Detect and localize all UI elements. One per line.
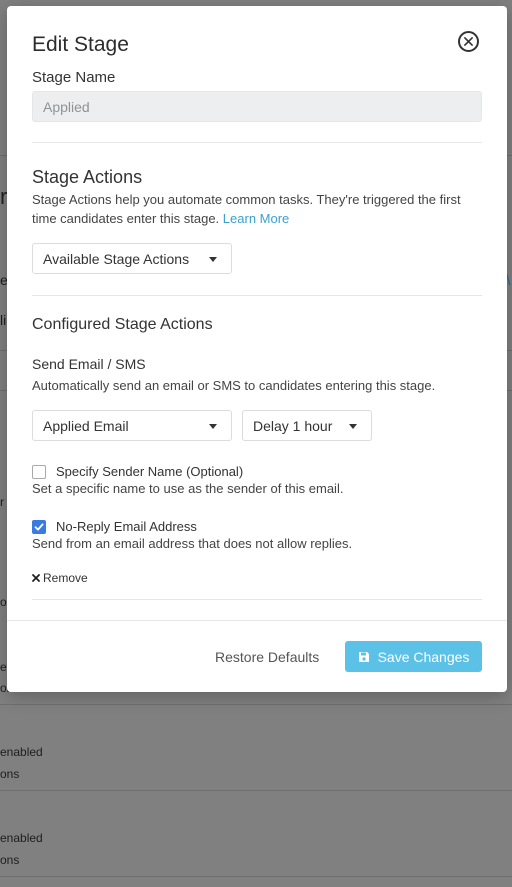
no-reply-checkbox[interactable]: [32, 520, 46, 534]
delay-dropdown[interactable]: Delay 1 hour: [242, 410, 372, 441]
stage-name-label: Stage Name: [32, 69, 116, 86]
divider: [32, 599, 482, 600]
remove-action-link[interactable]: Remove: [32, 571, 88, 585]
send-email-description: Automatically send an email or SMS to ca…: [32, 378, 436, 393]
learn-more-link[interactable]: Learn More: [223, 211, 289, 226]
sender-name-description: Set a specific name to use as the sender…: [32, 481, 344, 496]
available-stage-actions-dropdown[interactable]: Available Stage Actions: [32, 243, 232, 274]
bg-text: li: [0, 312, 7, 328]
modal-title: Edit Stage: [32, 33, 129, 56]
close-icon: [32, 574, 40, 582]
stage-actions-title: Stage Actions: [32, 167, 143, 187]
restore-defaults-button[interactable]: Restore Defaults: [215, 649, 319, 665]
dropdown-label: Available Stage Actions: [43, 250, 190, 267]
stage-name-input[interactable]: [32, 91, 482, 122]
sender-name-checkbox[interactable]: [32, 465, 46, 479]
bg-text: r: [0, 495, 4, 509]
bg-text: enabled: [0, 831, 43, 845]
close-button[interactable]: [458, 31, 479, 52]
caret-down-icon: [209, 424, 217, 429]
send-email-title: Send Email / SMS: [32, 356, 146, 372]
dropdown-label: Delay 1 hour: [253, 417, 333, 434]
bg-divider: [0, 790, 512, 791]
bg-text: ons: [0, 853, 20, 867]
bg-divider: [0, 876, 512, 877]
caret-down-icon: [209, 257, 217, 262]
no-reply-label: No-Reply Email Address: [56, 519, 197, 534]
divider: [32, 142, 482, 143]
configured-actions-title: Configured Stage Actions: [32, 316, 213, 333]
caret-down-icon: [349, 424, 357, 429]
checkmark-icon: [34, 523, 44, 531]
edit-stage-modal: Edit Stage Stage Name Stage Actions Stag…: [7, 6, 507, 692]
bg-text: e: [0, 660, 7, 674]
remove-label: Remove: [43, 571, 88, 585]
close-icon: [464, 37, 473, 46]
stage-actions-description: Stage Actions help you automate common t…: [32, 190, 484, 228]
email-template-dropdown[interactable]: Applied Email: [32, 410, 232, 441]
divider: [32, 295, 482, 296]
dropdown-label: Applied Email: [43, 417, 129, 434]
no-reply-description: Send from an email address that does not…: [32, 536, 353, 551]
save-label: Save Changes: [377, 648, 470, 665]
bg-text: enabled: [0, 745, 43, 759]
bg-divider: [0, 704, 512, 705]
footer-divider: [7, 620, 507, 621]
sender-name-label: Specify Sender Name (Optional): [56, 464, 244, 479]
bg-text: ons: [0, 767, 20, 781]
save-changes-button[interactable]: Save Changes: [345, 641, 482, 672]
save-icon: [358, 651, 369, 662]
